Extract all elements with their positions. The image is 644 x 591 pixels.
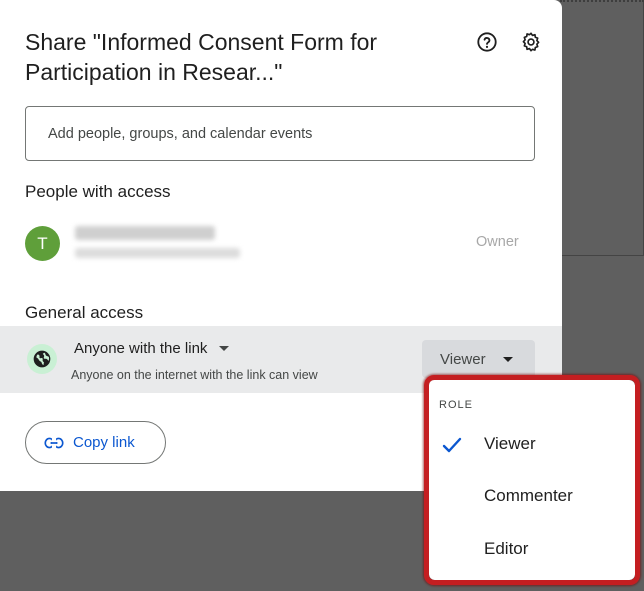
chevron-down-icon [219,346,230,351]
avatar: T [25,226,60,261]
general-access-heading: General access [25,303,144,322]
role-menu-heading: ROLE [439,399,473,411]
owner-role-label: Owner [476,234,519,250]
screen: Share "Informed Consent Form for Partici… [0,0,644,591]
add-people-placeholder: Add people, groups, and calendar events [48,126,313,142]
copy-link-button[interactable]: Copy link [25,421,166,464]
owner-email-redacted [75,248,240,258]
link-icon [44,433,64,453]
dropdown-arrow-icon [502,356,513,362]
background-ruler [560,0,644,2]
role-option-label: Commenter [484,486,573,505]
background-document [560,0,644,256]
owner-name-redacted [75,226,215,240]
dialog-title-line-1: Share "Informed Consent Form for [25,29,378,55]
help-circle-icon[interactable] [475,30,499,54]
check-icon [442,437,462,453]
dialog-title-line-2: Participation in Resear..." [25,59,283,85]
add-people-input[interactable]: Add people, groups, and calendar events [25,106,535,161]
access-level-label: Anyone with the link [74,340,208,357]
globe-icon [27,344,57,374]
role-menu: ROLE Viewer Commenter Editor [429,380,635,580]
role-option-editor[interactable]: Editor [429,530,635,570]
role-option-viewer[interactable]: Viewer [429,425,635,465]
people-with-access-heading: People with access [25,182,171,201]
copy-link-label: Copy link [73,434,135,451]
gear-icon[interactable] [519,30,543,54]
access-description: Anyone on the internet with the link can… [71,368,318,382]
role-dropdown-button[interactable]: Viewer [422,340,535,378]
role-option-commenter[interactable]: Commenter [429,477,635,517]
dialog-title: Share "Informed Consent Form for Partici… [25,27,445,87]
role-dropdown-label: Viewer [440,350,486,368]
access-level-dropdown[interactable]: Anyone with the link [74,340,230,357]
role-option-label: Viewer [484,434,536,453]
role-option-label: Editor [484,539,529,558]
